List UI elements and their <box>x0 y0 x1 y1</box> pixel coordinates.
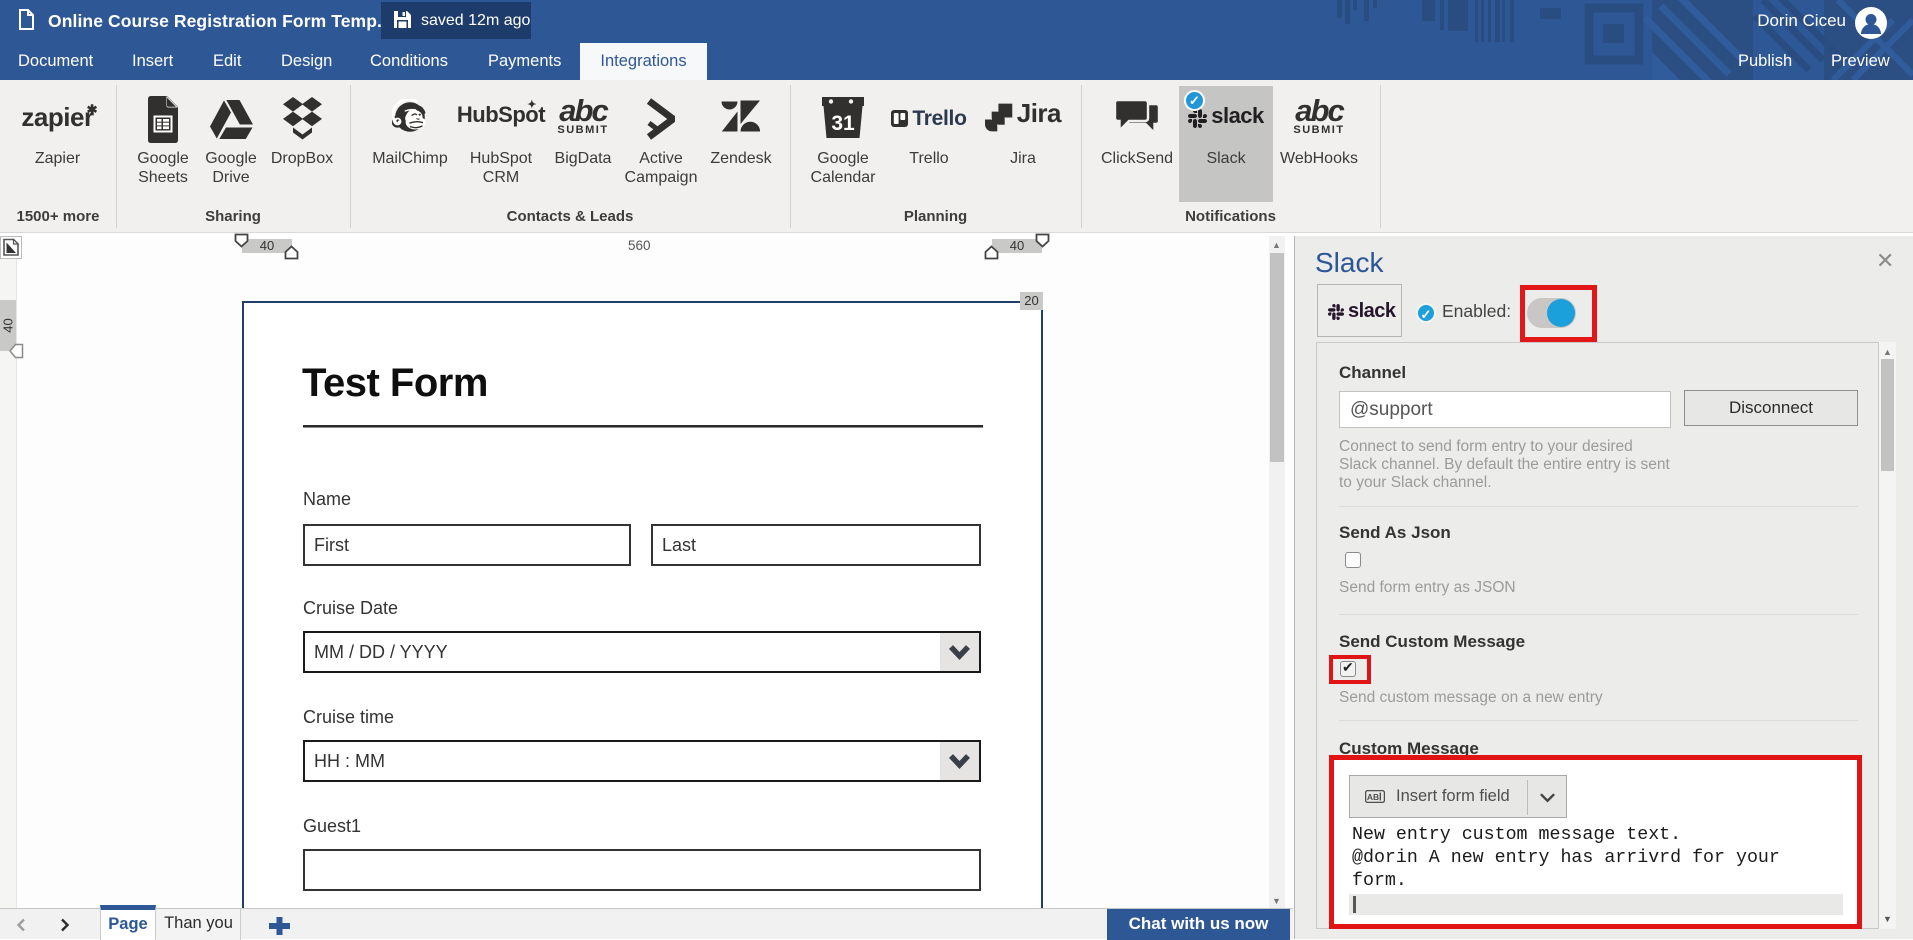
svg-text:AB: AB <box>1367 792 1379 802</box>
svg-text:31: 31 <box>831 112 855 135</box>
